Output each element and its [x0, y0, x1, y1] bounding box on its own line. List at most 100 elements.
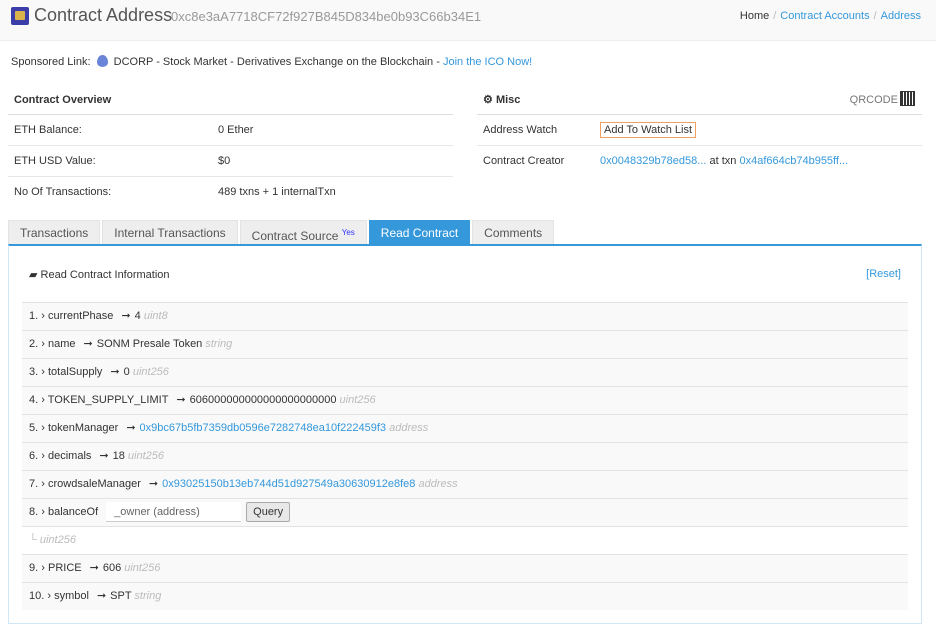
function-value: 18 [112, 450, 125, 462]
creator-txn-link[interactable]: 0x4af664cb74b955ff... [739, 155, 848, 167]
chevron-right-icon: › [41, 450, 45, 462]
tab-transactions[interactable]: Transactions [8, 220, 101, 244]
function-value: 4 [134, 310, 141, 322]
label: ETH USD Value: [14, 155, 96, 167]
chevron-right-icon: › [41, 506, 45, 518]
misc-title: Misc [495, 94, 521, 106]
function-name: currentPhase [47, 310, 114, 322]
function-name: tokenManager [47, 422, 119, 434]
breadcrumb-address[interactable]: Address [881, 10, 921, 22]
function-row[interactable]: 5. › tokenManager ➞ 0x9bc67b5fb7359db0596e… [22, 414, 908, 442]
dcorp-logo-icon [96, 55, 108, 67]
function-row[interactable]: 3. › totalSupply ➞ 0 uint256 [22, 358, 908, 386]
tab-internal-transactions[interactable]: Internal Transactions [102, 220, 238, 244]
return-type: string [134, 590, 162, 602]
function-name: totalSupply [47, 366, 103, 378]
row-number: 3. [29, 366, 39, 378]
value: 489 txns + 1 internalTxn [218, 186, 336, 198]
tab-comments[interactable]: Comments [472, 220, 555, 244]
arrow-right-icon: ➞ [110, 366, 120, 378]
function-name: PRICE [47, 562, 82, 574]
contract-overview: Contract Overview ETH Balance: 0 Ether ET… [8, 88, 453, 208]
function-name: symbol [54, 590, 89, 602]
row-number: 7. [29, 478, 39, 490]
qrcode-button[interactable]: QRCODE [849, 88, 915, 112]
arrow-right-icon: ➞ [176, 394, 186, 406]
arrow-right-icon: ➞ [99, 450, 109, 462]
misc-panel: ⚙ Misc QRCODE Address Watch Add To Watch … [477, 88, 922, 177]
function-row[interactable]: 6. › decimals ➞ 18 uint256 [22, 442, 908, 470]
label: Contract Creator [483, 155, 565, 167]
return-type: uint256 [132, 366, 169, 378]
query-button[interactable]: Query [246, 502, 291, 523]
function-name: crowdsaleManager [47, 478, 141, 490]
return-type: address [418, 478, 458, 490]
arrow-right-icon: ➞ [121, 310, 131, 322]
owner-address-input[interactable]: _owner (address) [106, 502, 242, 523]
value: 0 Ether [218, 124, 254, 136]
row-number: 4. [29, 394, 39, 406]
function-value: 606 [102, 562, 122, 574]
function-value: 606000000000000000000000 [189, 394, 337, 406]
arrow-right-icon: ➞ [148, 478, 159, 490]
function-row[interactable]: 9. › PRICE ➞ 606 uint256 [22, 554, 908, 582]
chevron-right-icon: › [41, 562, 45, 574]
arrow-right-icon: ➞ [83, 338, 93, 350]
breadcrumb-home[interactable]: Home [740, 10, 769, 22]
function-name: TOKEN_SUPPLY_LIMIT [47, 394, 169, 406]
tab-contract-source[interactable]: Contract Source Yes [239, 220, 367, 244]
qrcode-icon [900, 91, 915, 106]
return-type: address [389, 422, 429, 434]
chevron-right-icon: › [41, 422, 45, 434]
label: Address Watch [483, 124, 558, 136]
return-type: uint256 [127, 450, 165, 462]
transactions-row: No Of Transactions: 489 txns + 1 internal… [8, 177, 453, 208]
function-value[interactable]: 0x9bc67b5fb7359db0596e7282748ea10f222459… [140, 422, 387, 434]
function-value: 0 [123, 366, 130, 378]
gears-icon: ⚙ [483, 94, 493, 106]
breadcrumb-contract-accounts[interactable]: Contract Accounts [780, 10, 869, 22]
chevron-right-icon: › [41, 310, 45, 322]
function-value[interactable]: 0x93025150b13eb744d51d927549a30630912e8f… [162, 478, 415, 490]
chevron-right-icon: › [41, 478, 45, 490]
arrow-right-icon: ➞ [126, 422, 136, 434]
chevron-right-icon: › [41, 394, 45, 406]
eth-balance-row: ETH Balance: 0 Ether [8, 115, 453, 146]
read-contract-panel: ▰ Read Contract Information [Reset] 1. ›… [8, 244, 922, 624]
contract-functions-list: 1. › currentPhase ➞ 4 uint8 2. › name ➞ SONM… [22, 302, 908, 610]
function-row[interactable]: 2. › name ➞ SONM Presale Token string [22, 330, 908, 358]
row-number: 5. [29, 422, 39, 434]
creator-address-link[interactable]: 0x0048329b78ed58... [600, 155, 706, 167]
return-type: uint256 [39, 534, 76, 546]
at-txn-text: at txn [709, 155, 737, 167]
misc-header: ⚙ Misc QRCODE [477, 88, 922, 115]
row-number: 6. [29, 450, 39, 462]
function-row[interactable]: 4. › TOKEN_SUPPLY_LIMIT ➞ 6060000000000000… [22, 386, 908, 414]
function-row[interactable]: 7. › crowdsaleManager ➞ 0x93025150b13eb744… [22, 470, 908, 498]
return-type: uint256 [124, 562, 161, 574]
contract-creator-row: Contract Creator 0x0048329b78ed58... at t… [477, 146, 922, 177]
reset-link[interactable]: [Reset] [866, 268, 901, 280]
tab-read-contract[interactable]: Read Contract [368, 220, 471, 244]
return-type: string [205, 338, 233, 350]
qrcode-label: QRCODE [849, 94, 898, 106]
page-title: Contract Address [34, 5, 173, 25]
function-name: decimals [47, 450, 92, 462]
row-number: 2. [29, 338, 39, 350]
return-type: uint8 [143, 310, 168, 322]
value: $0 [218, 155, 231, 167]
function-value: SPT [110, 590, 132, 602]
arrow-right-icon: ➞ [96, 590, 107, 602]
add-to-watch-list-button[interactable]: Add To Watch List [600, 122, 697, 138]
function-name: name [47, 338, 76, 350]
sponsored-ico-link[interactable]: Join the ICO Now! [443, 56, 532, 68]
function-row[interactable]: 1. › currentPhase ➞ 4 uint8 [22, 302, 908, 330]
book-icon: ▰ [29, 269, 38, 281]
row-number: 10. [29, 590, 45, 602]
function-name: balanceOf [47, 506, 99, 518]
row-number: 9. [29, 562, 39, 574]
label: ETH Balance: [14, 124, 82, 136]
tree-branch-icon: └ [29, 534, 37, 546]
tab-bar: Transactions Internal Transactions Contr… [8, 220, 556, 244]
etherscan-logo-icon [11, 7, 29, 25]
